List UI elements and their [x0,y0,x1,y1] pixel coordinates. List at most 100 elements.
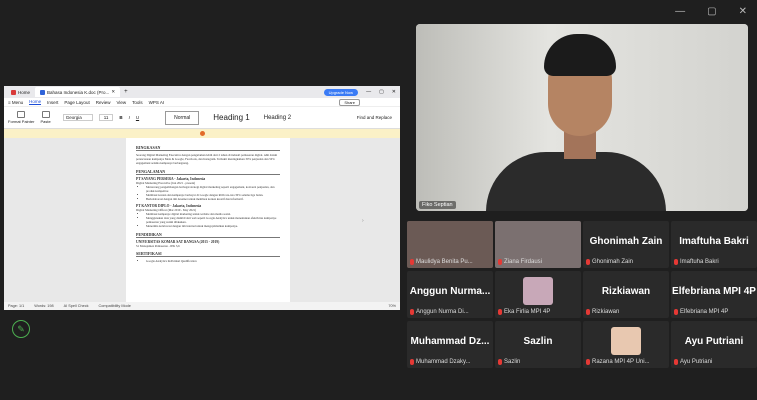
participant-tile[interactable]: Ayu Putriani Ayu Putriani [671,321,757,368]
participant-tile[interactable]: Anggun Nurma... Anggun Nurma Di... [407,271,493,318]
shirt [486,152,666,211]
tab-home[interactable]: Home [6,87,35,97]
summary-text: Seorang Digital Marketing Executive deng… [136,153,278,166]
menu-home[interactable]: Home [29,99,42,105]
format-painter-button[interactable]: Format Painter [8,111,34,124]
find-replace-button[interactable]: Find and Replace [357,115,392,120]
notification-icon[interactable] [199,131,205,136]
word-count[interactable]: Words: 198 [34,304,53,308]
speaker-video[interactable]: Fiko Septian [416,24,748,211]
list-item: Google Analytics Individual Qualificatio… [146,259,280,263]
participant-display-name: Muhammad Dz... [410,336,490,347]
cert-list: Google Analytics Individual Qualificatio… [136,259,280,263]
participant-tile[interactable]: Sazlin Sazlin [495,321,581,368]
ribbon: Format Painter Paste Georgia 11 B I U No… [4,107,400,129]
bold-button[interactable]: B [119,115,122,120]
participant-name: Anggun Nurma Di... [416,309,469,315]
style-normal[interactable]: Normal [165,110,200,125]
participant-tile[interactable]: Razana MPI 4P Uni... [583,321,669,368]
participant-tile[interactable]: Muhammad Dz... Muhammad Dzaky... [407,321,493,368]
participant-name-tag: Ghonimah Zain [586,259,633,265]
font-size-select[interactable]: 11 [98,114,114,121]
label: Format Painter [8,119,35,124]
menu-wps-ai[interactable]: WPS AI [149,100,165,105]
participant-name-tag: Ziana Firdausi [498,259,542,265]
editor-window-controls: Upgrade Now — ▢ ✕ [323,88,400,96]
participant-tile[interactable]: Elfebriana MPI 4P Elfebriana MPI 4P [671,271,757,318]
mic-muted-icon [674,259,678,265]
clipboard-icon [41,111,50,118]
upgrade-button[interactable]: Upgrade Now [323,88,359,96]
menu-view[interactable]: View [116,100,126,105]
page-count: Page: 1/1 [8,304,25,308]
menu-page-layout[interactable]: Page Layout [64,100,89,105]
underline-button[interactable]: U [136,115,139,120]
menu-insert[interactable]: Insert [47,100,58,105]
ruler-bar [4,129,400,138]
mic-muted-icon [586,309,590,315]
participant-display-name: Ayu Putriani [684,336,744,347]
participant-name-tag: Ayu Putriani [674,359,712,365]
italic-button[interactable]: I [129,115,130,120]
heading-sertifikasi: SERTIFIKASI [136,251,280,257]
participant-name: Razana MPI 4P Uni... [592,359,650,365]
list-item: Menerima kolaborasi dengan tim internal … [146,224,280,228]
participant-display-name: Sazlin [523,336,553,347]
close-button[interactable]: ✕ [739,6,747,17]
participant-name-tag: Muhammad Dzaky... [410,359,471,365]
participant-tile[interactable]: Maulidya Benita Pu... [407,221,493,268]
speaker-name: Fiko Septian [419,201,456,209]
participant-tile[interactable]: Imaftuha Bakri Imaftuha Bakri [671,221,757,268]
restore-icon[interactable]: ▢ [379,89,384,95]
menu-bar: ≡ Menu Home Insert Page Layout Review Vi… [4,98,400,107]
maximize-button[interactable]: ▢ [707,6,716,17]
participant-name-tag: Elfebriana MPI 4P [674,309,728,315]
style-heading-1[interactable]: Heading 1 [213,113,249,122]
new-tab-button[interactable]: + [120,89,132,95]
tab-label: Home [18,89,31,95]
shared-screen: Home Bahasa Indonesia K.doc (Pro... ✕ + … [4,86,400,310]
menu-main[interactable]: ≡ Menu [8,100,23,105]
status-bar: Page: 1/1 Words: 198 AI Spell Check Comp… [4,302,400,310]
wps-logo-icon [11,89,16,95]
participant-name-tag: Rizkiawan [586,309,619,315]
participant-name: Elfebriana MPI 4P [680,309,729,315]
list-item: Berkolaborasi dengan tim desainer untuk … [146,197,280,201]
compat-mode: Compatibility Mode [98,304,131,308]
participant-tile[interactable]: Rizkiawan Rizkiawan [583,271,669,318]
minimize-button[interactable]: — [675,6,685,17]
mic-muted-icon [410,359,414,365]
expand-arrow-icon[interactable]: › [362,218,364,224]
participant-tile[interactable]: Eka Firlia MPI 4P [495,271,581,318]
document-page[interactable]: RINGKASAN Seorang Digital Marketing Exec… [126,138,290,302]
font-select[interactable]: Georgia [62,114,93,121]
close-tab-icon[interactable]: ✕ [111,89,115,95]
participants-grid: Maulidya Benita Pu... Ziana Firdausi Ghoni… [407,221,757,368]
share-button[interactable]: Share [339,98,360,106]
job-1-list: Merancang pengembangan berbagai strategi… [136,185,280,202]
participant-name: Eka Firlia MPI 4P [504,309,551,315]
editor-tabbar: Home Bahasa Indonesia K.doc (Pro... ✕ + … [4,86,400,98]
mic-muted-icon [498,309,502,315]
participant-tile[interactable]: Ziana Firdausi [495,221,581,268]
participant-display-name: Elfebriana MPI 4P [672,286,756,297]
zoom-level[interactable]: 70% [388,304,396,308]
mic-muted-icon [498,259,502,265]
participant-name-tag: Eka Firlia MPI 4P [498,309,550,315]
participant-tile[interactable]: Ghonimah Zain Ghonimah Zain [583,221,669,268]
tab-document[interactable]: Bahasa Indonesia K.doc (Pro... ✕ [35,87,121,97]
participant-display-name: Ghonimah Zain [589,236,663,247]
paste-button[interactable]: Paste [40,111,51,124]
participant-name-tag: Sazlin [498,359,520,365]
close-icon[interactable]: ✕ [392,89,396,95]
style-heading-2[interactable]: Heading 2 [264,115,291,121]
minimize-icon[interactable]: — [366,89,371,95]
participant-name: Rizkiawan [592,309,620,315]
participant-name: Sazlin [504,359,521,365]
annotate-pen-icon[interactable]: ✎ [12,320,30,338]
participant-avatar [611,327,641,355]
participant-name: Ayu Putriani [680,359,713,365]
menu-tools[interactable]: Tools [132,100,143,105]
spell-check[interactable]: AI Spell Check [64,304,89,308]
menu-review[interactable]: Review [96,100,111,105]
